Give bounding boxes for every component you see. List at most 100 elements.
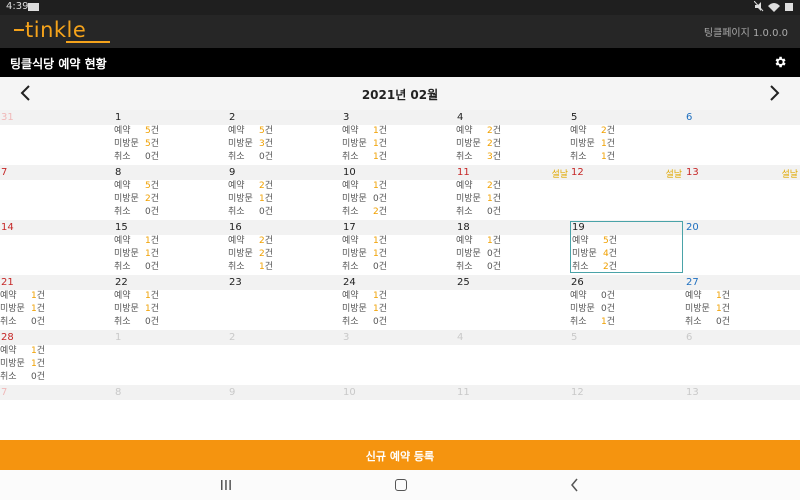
stat-row: 미방문 0건	[570, 303, 615, 316]
stat-label: 예약	[342, 291, 359, 301]
calendar-day-cell[interactable]: 8	[114, 385, 228, 440]
calendar-day-cell[interactable]: 6	[685, 330, 800, 385]
stat-row: 예약 1건	[0, 345, 45, 358]
calendar-day-cell[interactable]: 7	[0, 165, 114, 220]
calendar-day-cell[interactable]: 8 예약 5건 미방문 2건 취소 0건	[114, 165, 228, 220]
day-number: 25	[457, 277, 470, 288]
calendar-day-cell[interactable]: 9	[228, 385, 342, 440]
calendar-day-cell[interactable]: 9 예약 2건 미방문 1건 취소 0건	[228, 165, 342, 220]
stat-unit: 건	[378, 262, 388, 272]
day-number: 11	[457, 387, 470, 398]
recent-apps-icon[interactable]	[220, 479, 232, 491]
calendar-day-cell[interactable]: 3 예약 1건 미방문 1건 취소 1건	[342, 110, 456, 165]
calendar-day-cell[interactable]: 3	[342, 330, 456, 385]
calendar-day-cell[interactable]: 6	[685, 110, 800, 165]
calendar-day-cell[interactable]: 20	[685, 220, 800, 275]
calendar-day-cell[interactable]: 15 예약 1건 미방문 1건 취소 0건	[114, 220, 228, 275]
chevron-right-icon[interactable]	[766, 83, 782, 103]
page-title: 팅클식당 예약 현황	[10, 57, 107, 71]
calendar-day-cell[interactable]: 28 예약 1건 미방문 1건 취소 0건	[0, 330, 114, 385]
logo-underline	[66, 41, 110, 43]
calendar-day-cell[interactable]: 11	[456, 385, 570, 440]
calendar-day-cell[interactable]: 16 예약 2건 미방문 2건 취소 1건	[228, 220, 342, 275]
calendar-day-cell[interactable]: 31	[0, 110, 114, 165]
day-number: 12	[571, 167, 584, 178]
calendar-day-cell[interactable]: 14	[0, 220, 114, 275]
day-number: 23	[229, 277, 242, 288]
stat-label: 예약	[342, 126, 359, 136]
stat-row: 미방문 1건	[0, 303, 45, 316]
stat-label: 예약	[342, 181, 359, 191]
stat-row: 예약 1건	[114, 290, 159, 303]
back-icon[interactable]	[570, 478, 580, 492]
calendar-day-cell[interactable]: 13	[685, 385, 800, 440]
calendar-week: 7 8 9 10 11 12 13	[0, 385, 800, 440]
calendar-day-cell[interactable]: 1 예약 5건 미방문 5건 취소 0건	[114, 110, 228, 165]
calendar-day-cell[interactable]: 5 예약 2건 미방문 1건 취소 1건	[570, 110, 684, 165]
calendar-day-cell[interactable]: 24 예약 1건 미방문 1건 취소 0건	[342, 275, 456, 330]
stat-unit: 건	[36, 304, 46, 314]
stat-row: 미방문 2건	[456, 138, 501, 151]
stat-row: 예약 5건	[114, 125, 159, 138]
home-icon[interactable]	[395, 479, 407, 491]
gear-icon[interactable]	[773, 55, 787, 69]
calendar-day-cell[interactable]: 10	[342, 385, 456, 440]
calendar-day-cell[interactable]: 1	[114, 330, 228, 385]
stat-unit: 건	[378, 236, 388, 246]
stat-row: 미방문 4건	[572, 248, 617, 261]
stat-row: 예약 1건	[114, 235, 159, 248]
holiday-label: 설날	[551, 170, 568, 180]
calendar-day-cell[interactable]: 2	[228, 330, 342, 385]
stat-unit: 건	[264, 236, 274, 246]
stat-unit: 건	[150, 152, 160, 162]
stat-unit: 건	[378, 317, 388, 327]
calendar-day-cell[interactable]: 4 예약 2건 미방문 2건 취소 3건	[456, 110, 570, 165]
stat-label: 미방문	[228, 139, 253, 149]
calendar-day-cell[interactable]: 7	[0, 385, 114, 440]
reservation-stats: 예약 1건 미방문 1건 취소 0건	[0, 345, 45, 384]
stat-row: 취소 1건	[570, 316, 615, 329]
stat-label: 취소	[456, 152, 473, 162]
new-reservation-button[interactable]: 신규 예약 등록	[0, 440, 800, 470]
stat-row: 예약 1건	[456, 235, 501, 248]
stat-label: 미방문	[342, 194, 367, 204]
calendar-day-cell[interactable]: 23	[228, 275, 342, 330]
calendar-day-cell[interactable]: 27 예약 1건 미방문 1건 취소 0건	[685, 275, 800, 330]
day-number: 3	[343, 112, 350, 123]
day-number: 4	[457, 332, 464, 343]
month-label: 2021년 02월	[361, 88, 439, 102]
calendar-day-cell[interactable]: 22 예약 1건 미방문 1건 취소 0건	[114, 275, 228, 330]
calendar-day-cell[interactable]: 13 설날	[685, 165, 800, 220]
reservation-stats: 예약 1건 미방문 1건 취소 1건	[342, 125, 387, 164]
calendar-day-cell[interactable]: 26 예약 0건 미방문 0건 취소 1건	[570, 275, 684, 330]
stat-label: 예약	[228, 236, 245, 246]
calendar-day-cell[interactable]: 12	[570, 385, 684, 440]
calendar-day-cell[interactable]: 5	[570, 330, 684, 385]
calendar-day-cell[interactable]: 21 예약 1건 미방문 1건 취소 0건	[0, 275, 114, 330]
stat-unit: 건	[492, 249, 502, 259]
day-number: 17	[343, 222, 356, 233]
calendar-day-cell[interactable]: 19 예약 5건 미방문 4건 취소 2건	[570, 220, 684, 275]
calendar-day-cell[interactable]: 4	[456, 330, 570, 385]
calendar-day-cell[interactable]: 25	[456, 275, 570, 330]
stat-row: 예약 2건	[228, 235, 273, 248]
stat-unit: 건	[378, 139, 388, 149]
mail-notification-icon	[28, 3, 39, 11]
stat-unit: 건	[150, 262, 160, 272]
stat-unit: 건	[378, 207, 388, 217]
stat-row: 미방문 1건	[456, 193, 501, 206]
calendar-day-cell[interactable]: 18 예약 1건 미방문 0건 취소 0건	[456, 220, 570, 275]
calendar-day-cell[interactable]: 10 예약 1건 미방문 0건 취소 2건	[342, 165, 456, 220]
calendar-day-cell[interactable]: 11 설날 예약 2건 미방문 1건 취소 0건	[456, 165, 570, 220]
calendar-day-cell[interactable]: 12 설날	[570, 165, 684, 220]
stat-row: 취소 0건	[114, 206, 159, 219]
calendar-day-cell[interactable]: 17 예약 1건 미방문 1건 취소 0건	[342, 220, 456, 275]
stat-unit: 건	[264, 181, 274, 191]
calendar-day-cell[interactable]: 2 예약 5건 미방문 3건 취소 0건	[228, 110, 342, 165]
stat-label: 예약	[685, 291, 702, 301]
stat-label: 취소	[456, 262, 473, 272]
stat-row: 미방문 0건	[456, 248, 501, 261]
stat-unit: 건	[378, 181, 388, 191]
stat-label: 예약	[114, 126, 131, 136]
stat-row: 미방문 2건	[114, 193, 159, 206]
